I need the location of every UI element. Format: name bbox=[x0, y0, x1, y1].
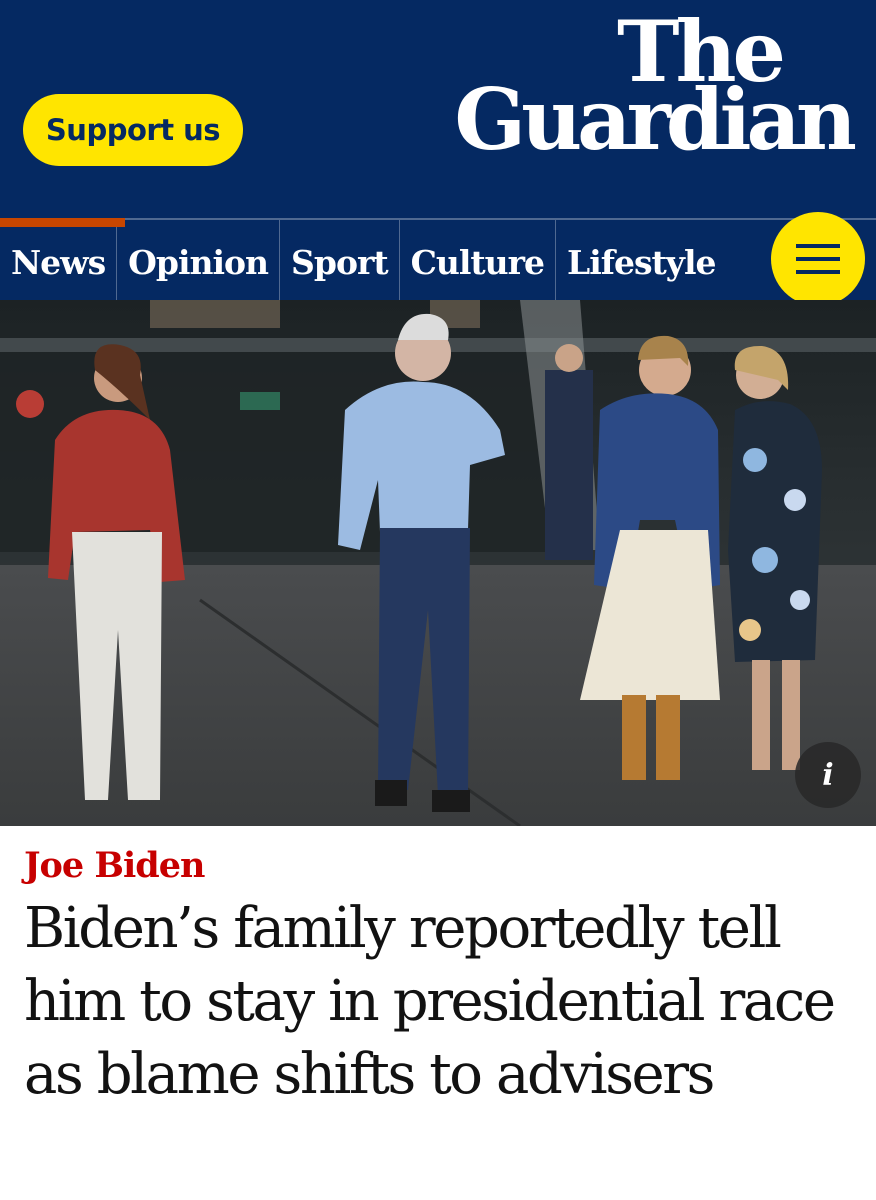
nav-items: News Opinion Sport Culture Lifestyle bbox=[0, 218, 726, 300]
hamburger-icon bbox=[796, 244, 840, 274]
hero-photo bbox=[0, 300, 876, 826]
article-headline[interactable]: Biden’s family reportedly tell him to st… bbox=[24, 892, 852, 1111]
masthead: Support us The Guardian bbox=[0, 0, 876, 218]
nav-item-culture[interactable]: Culture bbox=[400, 218, 557, 300]
guardian-logo[interactable]: The Guardian bbox=[412, 10, 857, 169]
nav-item-sport[interactable]: Sport bbox=[280, 218, 400, 300]
logo-line-guardian: Guardian bbox=[454, 70, 857, 169]
nav-item-opinion[interactable]: Opinion bbox=[117, 218, 281, 300]
menu-button[interactable] bbox=[771, 212, 865, 306]
article-header: Joe Biden Biden’s family reportedly tell… bbox=[0, 826, 876, 1111]
section-kicker[interactable]: Joe Biden bbox=[24, 844, 852, 888]
hero-image[interactable]: i bbox=[0, 300, 876, 826]
nav-item-lifestyle[interactable]: Lifestyle bbox=[556, 218, 726, 300]
info-icon[interactable]: i bbox=[795, 742, 861, 808]
section-nav: News Opinion Sport Culture Lifestyle bbox=[0, 212, 876, 306]
support-us-button[interactable]: Support us bbox=[23, 94, 243, 166]
nav-active-indicator bbox=[0, 218, 125, 227]
nav-item-news[interactable]: News bbox=[0, 218, 118, 300]
